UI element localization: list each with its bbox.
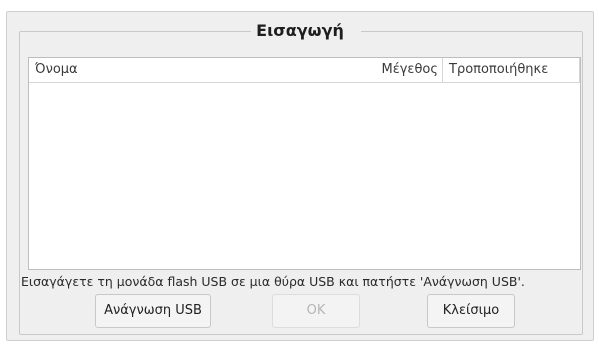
column-header-size[interactable]: Μέγεθος xyxy=(367,58,443,82)
close-button[interactable]: Κλείσιμο xyxy=(427,294,515,328)
file-list[interactable]: Όνομα Μέγεθος Τροποποιήθηκε xyxy=(28,57,581,270)
column-header-modified[interactable]: Τροποποιήθηκε xyxy=(443,58,580,82)
file-list-body[interactable] xyxy=(29,83,580,269)
column-header-name[interactable]: Όνομα xyxy=(29,58,367,82)
ok-button[interactable]: OK xyxy=(272,294,360,328)
import-dialog: Εισαγωγή Όνομα Μέγεθος Τροποποιήθηκε Εισ… xyxy=(6,11,594,341)
title-gap xyxy=(251,29,361,35)
file-list-header: Όνομα Μέγεθος Τροποποιήθηκε xyxy=(29,58,580,83)
instruction-text: Εισαγάγετε τη μονάδα flash USB σε μια θύ… xyxy=(21,274,525,289)
read-usb-button[interactable]: Ανάγνωση USB xyxy=(95,294,211,328)
